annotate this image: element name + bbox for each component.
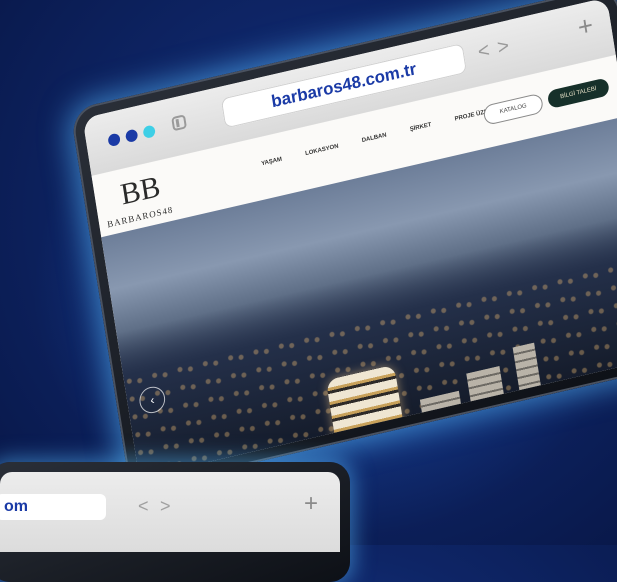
second-url-text: om [4,498,28,515]
second-address-bar[interactable]: om [0,494,106,520]
sidebar-toggle-icon[interactable] [171,114,188,132]
new-tab-icon[interactable]: + [576,9,596,43]
back-arrow-icon[interactable]: < [476,39,491,64]
second-device: om < > + [0,462,350,582]
window-dot-3[interactable] [142,124,156,140]
window-dot-1[interactable] [107,132,121,148]
second-back-arrow-icon[interactable]: < [138,496,149,517]
second-forward-arrow-icon[interactable]: > [160,496,171,517]
second-new-tab-icon[interactable]: + [304,490,318,518]
second-browser-chrome: om < > + [0,472,340,552]
window-dot-2[interactable] [124,128,139,144]
forward-arrow-icon[interactable]: > [496,35,511,60]
